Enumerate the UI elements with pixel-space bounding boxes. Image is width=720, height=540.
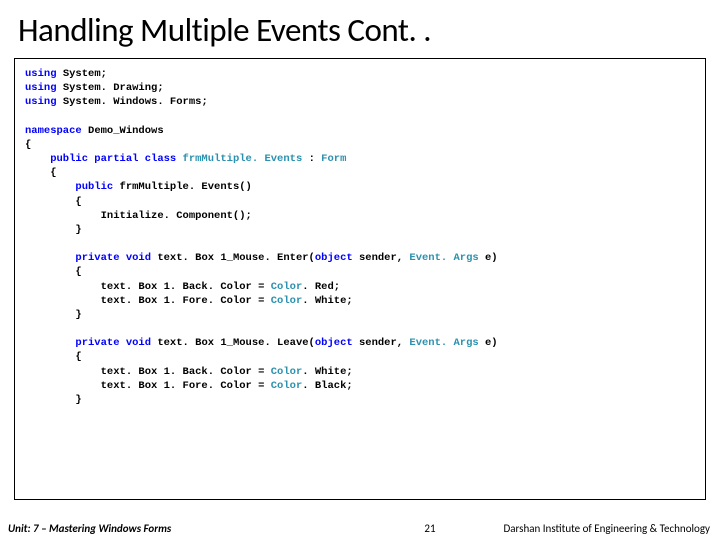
- code-text: text. Box 1. Fore. Color =: [25, 380, 271, 392]
- code-kw: using: [25, 68, 57, 80]
- code-kw: object: [315, 337, 353, 349]
- code-text: }: [25, 308, 695, 322]
- code-text: System. Drawing;: [57, 82, 164, 94]
- footer-unit: Unit: 7 – Mastering Windows Forms: [0, 522, 171, 535]
- code-type: frmMultiple. Events: [183, 153, 309, 165]
- code-text: text. Box 1. Fore. Color =: [25, 295, 271, 307]
- code-text: {: [25, 350, 695, 364]
- code-type: Color: [271, 281, 303, 293]
- code-type: Color: [271, 295, 303, 307]
- footer: Unit: 7 – Mastering Windows Forms 21 Dar…: [0, 516, 720, 540]
- code-text: e): [479, 252, 498, 264]
- footer-institute: Darshan Institute of Engineering & Techn…: [460, 522, 720, 535]
- code-kw: public: [25, 181, 113, 193]
- footer-unit-title: Mastering Windows Forms: [49, 522, 171, 535]
- code-text: text. Box 1. Back. Color =: [25, 281, 271, 293]
- code-text: System;: [57, 68, 107, 80]
- code-type: Color: [271, 366, 303, 378]
- code-kw: object: [315, 252, 353, 264]
- code-text: frmMultiple. Events(): [113, 181, 252, 193]
- code-text: Initialize. Component();: [25, 209, 695, 223]
- code-text: . White;: [302, 295, 352, 307]
- code-text: System. Windows. Forms;: [57, 96, 208, 108]
- code-kw: private void: [25, 252, 151, 264]
- footer-unit-label: Unit: 7 –: [8, 522, 49, 535]
- code-kw: using: [25, 96, 57, 108]
- code-text: {: [25, 166, 695, 180]
- code-text: text. Box 1_Mouse. Leave(: [151, 337, 315, 349]
- code-text: }: [25, 223, 695, 237]
- footer-page-number: 21: [400, 522, 460, 535]
- code-block: using System; using System. Drawing; usi…: [14, 58, 706, 500]
- code-text: {: [25, 138, 695, 152]
- code-text: {: [25, 195, 695, 209]
- code-text: Demo_Windows: [82, 125, 164, 137]
- code-kw: using: [25, 82, 57, 94]
- code-kw: public partial class: [25, 153, 183, 165]
- code-text: text. Box 1. Back. Color =: [25, 366, 271, 378]
- code-text: }: [25, 393, 695, 407]
- page-title: Handling Multiple Events Cont. .: [0, 0, 720, 58]
- code-text: . White;: [302, 366, 352, 378]
- code-type: Event. Args: [409, 252, 478, 264]
- code-text: sender,: [353, 337, 410, 349]
- code-text: :: [309, 153, 322, 165]
- code-kw: private void: [25, 337, 151, 349]
- code-text: . Black;: [302, 380, 352, 392]
- code-text: text. Box 1_Mouse. Enter(: [151, 252, 315, 264]
- code-text: e): [479, 337, 498, 349]
- code-type: Event. Args: [409, 337, 478, 349]
- code-kw: namespace: [25, 125, 82, 137]
- code-text: . Red;: [302, 281, 340, 293]
- code-text: sender,: [353, 252, 410, 264]
- code-type: Color: [271, 380, 303, 392]
- code-type: Form: [321, 153, 346, 165]
- code-text: {: [25, 265, 695, 279]
